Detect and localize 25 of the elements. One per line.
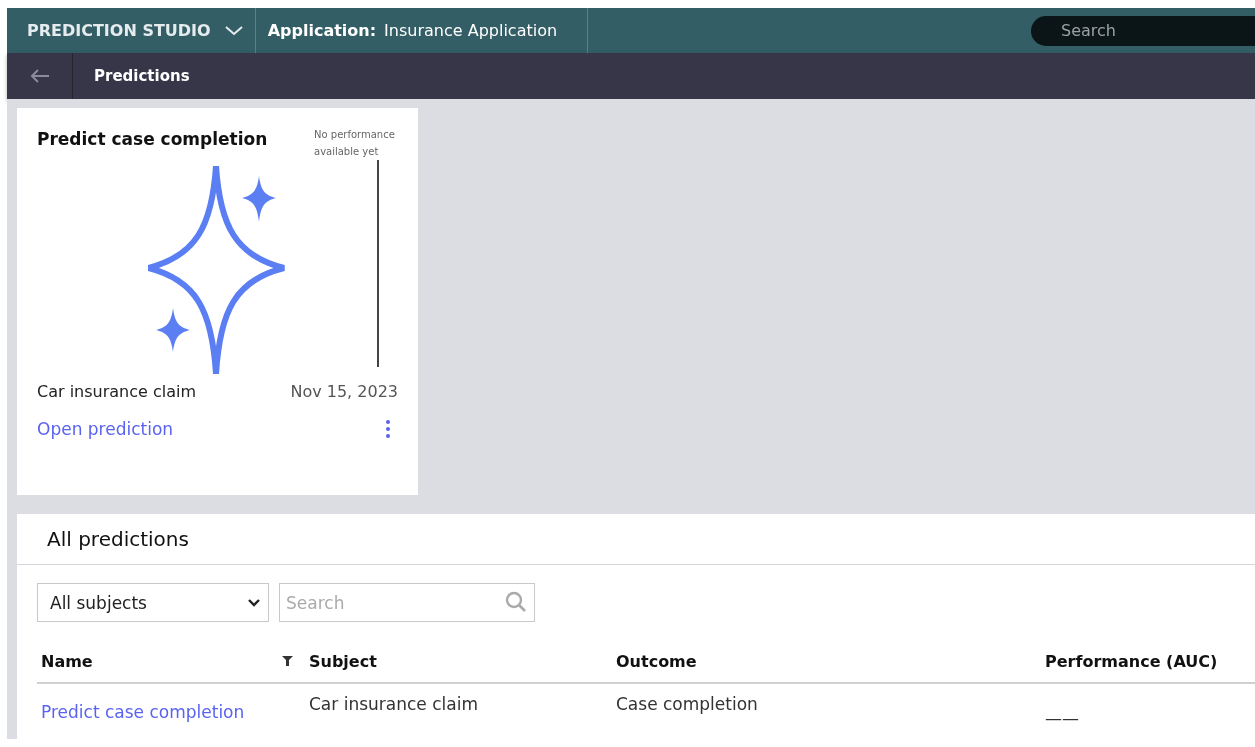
column-header: Performance (AUC) (1045, 651, 1218, 671)
card-title: Predict case completion (37, 129, 268, 151)
page-title: Predictions (93, 67, 190, 85)
column-header: Subject (309, 651, 377, 671)
back-arrow-icon (29, 69, 50, 83)
panel-title: All predictions (47, 527, 189, 551)
table-cell-text: Car insurance claim (308, 694, 479, 714)
search-field[interactable]: Search (1031, 15, 1255, 46)
filter-icon[interactable] (282, 656, 293, 666)
kebab-icon (386, 420, 390, 438)
chevron-down-icon (248, 598, 260, 607)
open-prediction-link[interactable]: Open prediction (37, 419, 174, 439)
subject-dropdown[interactable]: All subjects (37, 583, 269, 622)
column-header: Outcome (616, 651, 697, 671)
sparkle-icon (147, 166, 288, 374)
column-header: Name (41, 651, 93, 671)
search-field[interactable]: Search (279, 583, 535, 622)
prediction-name-link[interactable]: Predict case completion (37, 702, 305, 722)
card-subject: Car insurance claim (37, 382, 197, 401)
performance-note: No performance available yet (314, 128, 396, 159)
table-cell-text: —— (1044, 708, 1080, 728)
card-date: Nov 15, 2023 (290, 382, 398, 401)
table-cell-text: Case completion (615, 694, 759, 714)
search-icon (505, 591, 527, 613)
chevron-down-icon (224, 25, 243, 36)
